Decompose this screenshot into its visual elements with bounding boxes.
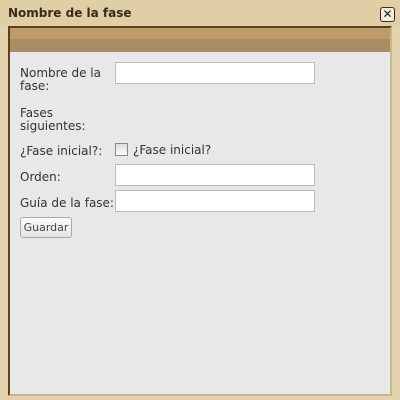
close-icon[interactable]: ✕ <box>380 7 395 22</box>
guardar-button[interactable]: Guardar <box>20 217 72 238</box>
dialog-title: Nombre de la fase <box>8 6 132 20</box>
fase-inicial-checkbox-label[interactable]: ¿Fase inicial? <box>133 143 211 157</box>
fase-inicial-checkbox[interactable] <box>115 143 128 156</box>
fase-inicial-label: ¿Fase inicial?: <box>20 144 103 158</box>
guia-label: Guía de la fase: <box>20 196 114 210</box>
nombre-input[interactable] <box>115 62 315 84</box>
nombre-label: Nombre de la fase: <box>20 66 101 93</box>
orden-input[interactable] <box>115 164 315 186</box>
dialog-content: Nombre de la fase: Fases siguientes: ¿Fa… <box>8 26 392 396</box>
guia-input[interactable] <box>115 190 315 212</box>
panel-header <box>10 28 390 52</box>
orden-label: Orden: <box>20 170 61 184</box>
dialog-titlebar[interactable]: Nombre de la fase ✕ <box>0 0 400 26</box>
fases-siguientes-label: Fases siguientes: <box>20 106 86 133</box>
